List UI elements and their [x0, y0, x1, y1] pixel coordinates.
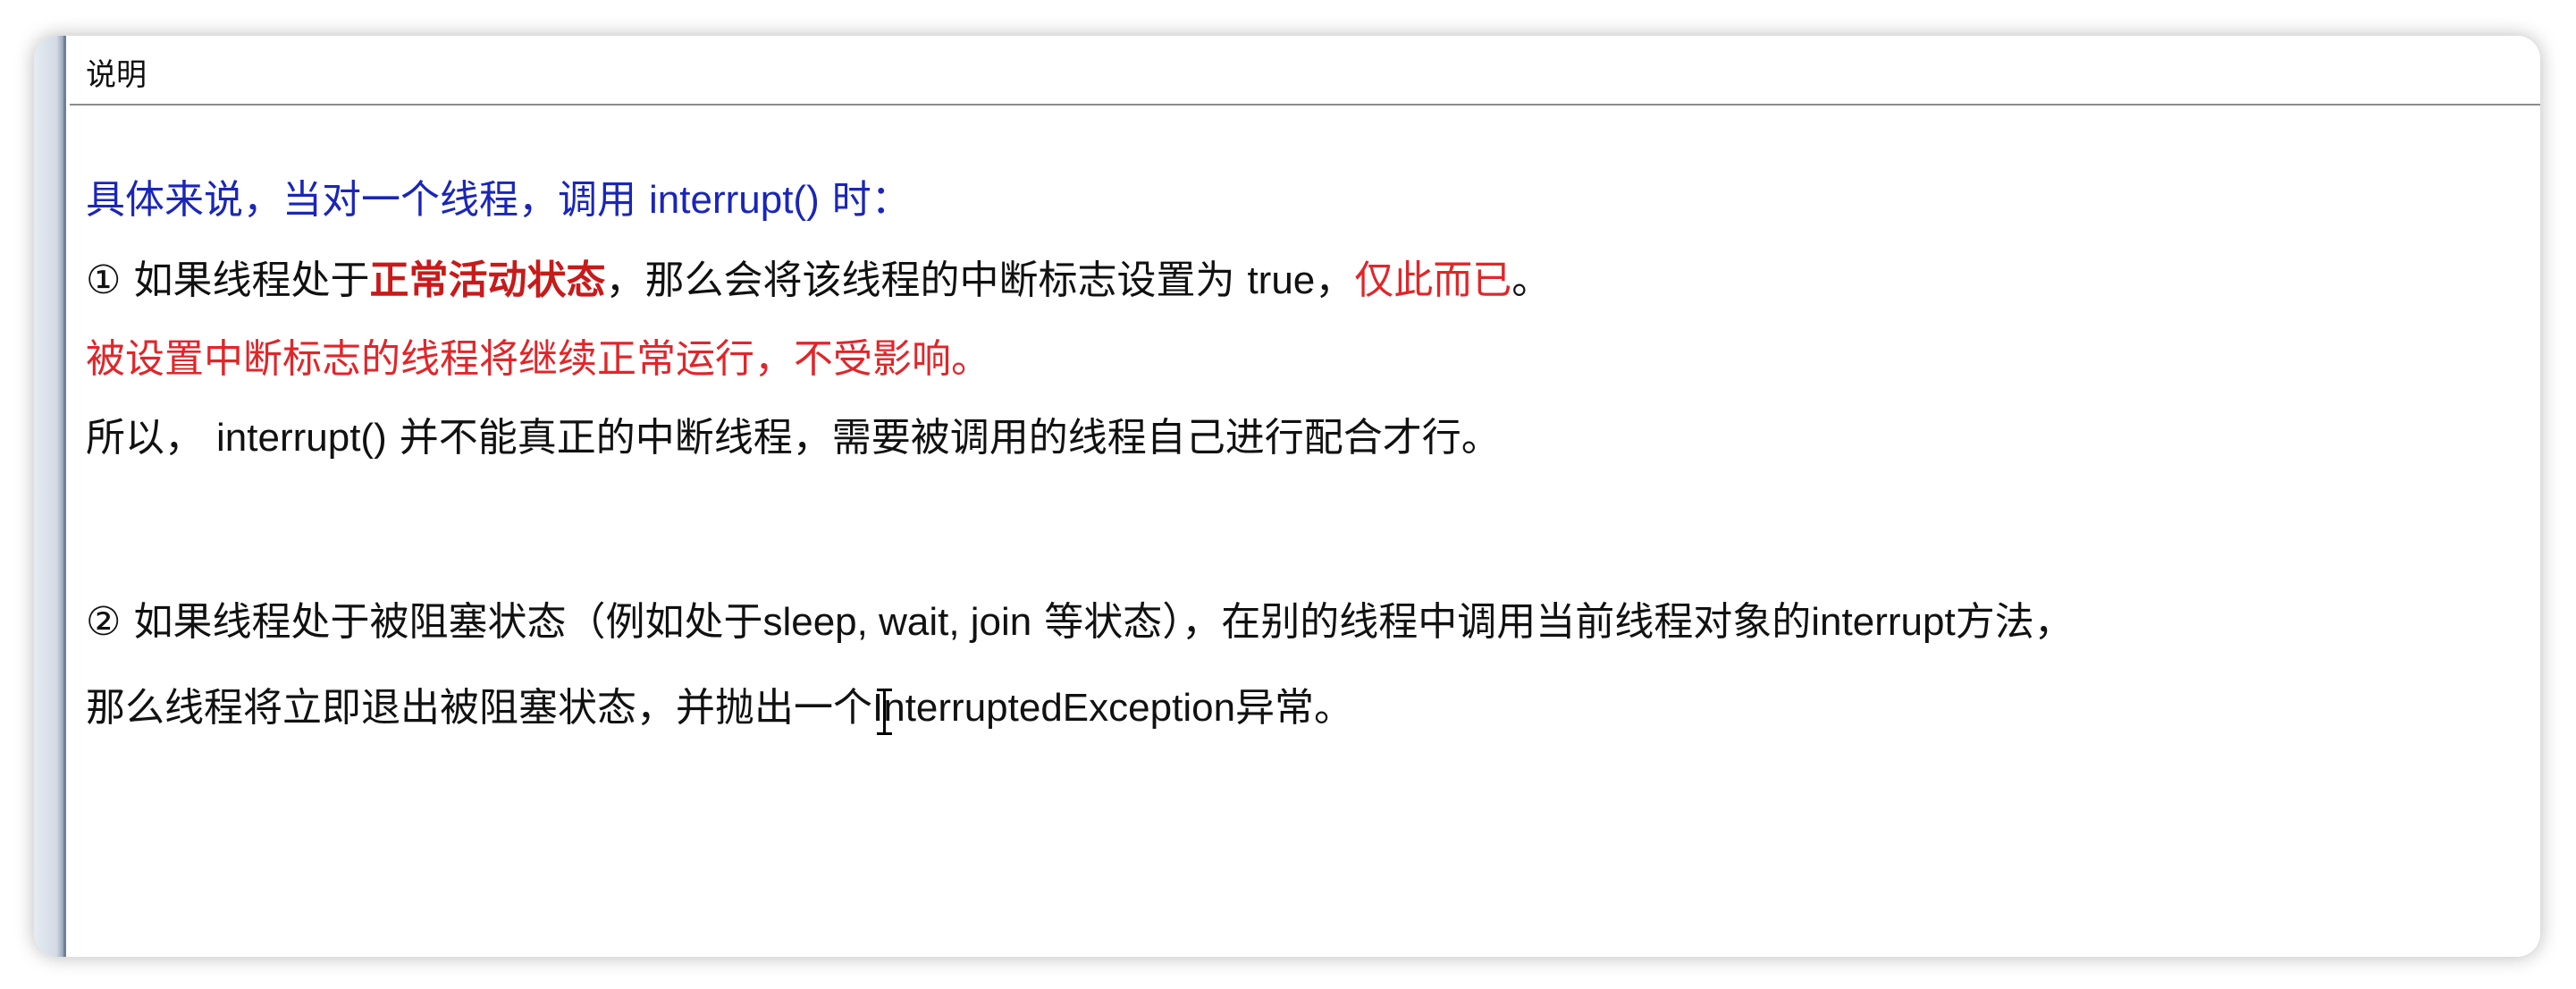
point2-continued-code: InterruptedException: [872, 686, 1236, 730]
point1-line: ① 如果线程处于正常活动状态，那么会将该线程的中断标志设置为 true，仅此而已…: [86, 254, 1551, 308]
text-cursor-icon: [877, 689, 892, 735]
point1-text-3: ，: [1315, 258, 1355, 303]
window-left-edge: [34, 36, 66, 957]
point1-conclusion-text-2: 并不能真正的中断线程，需要被调用的线程自己进行配合才行。: [399, 415, 1501, 461]
point1-emphasis: 正常活动状态: [369, 258, 606, 303]
intro-text-2: 时：: [831, 177, 911, 223]
point2-line: ② 如果线程处于被阻塞状态（例如处于sleep, wait, join 等状态）…: [86, 596, 2074, 649]
point1-highlight: 仅此而已: [1354, 258, 1512, 303]
point1-text-2: ，那么会将该线程的中断标志设置为: [605, 258, 1235, 303]
point2-continued-line: 那么线程将立即退出被阻塞状态，并抛出一个InterruptedException…: [86, 681, 1353, 735]
point1-marker: ①: [86, 258, 122, 303]
section-title: 说明: [86, 57, 147, 93]
intro-code: interrupt(): [649, 178, 820, 222]
point1-text-1: 如果线程处于: [133, 258, 370, 303]
section-header: 说明: [70, 36, 2540, 106]
point1-text-4: 。: [1511, 258, 1552, 303]
explanation-content[interactable]: 具体来说，当对一个线程，调用 interrupt() 时： ① 如果线程处于正常…: [86, 106, 2513, 957]
point1-note: 被设置中断标志的线程将继续正常运行，不受影响。: [86, 336, 990, 382]
point1-note-line: 被设置中断标志的线程将继续正常运行，不受影响。: [86, 333, 990, 386]
point1-conclusion-text-1: 所以，: [86, 415, 204, 461]
intro-line: 具体来说，当对一个线程，调用 interrupt() 时：: [86, 173, 911, 227]
point1-conclusion-line: 所以， interrupt() 并不能真正的中断线程，需要被调用的线程自己进行配…: [86, 411, 1501, 465]
document-window: 说明 具体来说，当对一个线程，调用 interrupt() 时： ① 如果线程处…: [34, 36, 2540, 957]
point2-continued-text-2: 异常。: [1235, 685, 1354, 731]
point2-code-1: sleep, wait, join: [762, 600, 1032, 644]
point2-text-3: 方法，: [1955, 599, 2074, 645]
intro-text-1: 具体来说，当对一个线程，调用: [86, 177, 636, 223]
point2-text-1: 如果线程处于被阻塞状态（例如处于: [133, 599, 763, 645]
point2-code-2: interrupt: [1811, 600, 1956, 644]
point2-marker: ②: [86, 599, 122, 645]
point1-conclusion-code: interrupt(): [216, 416, 387, 460]
point2-continued-text-1: 那么线程将立即退出被阻塞状态，并抛出一个: [86, 685, 872, 731]
point1-code: true: [1247, 258, 1316, 302]
point2-text-2: 等状态），在别的线程中调用当前线程对象的: [1044, 599, 1812, 645]
